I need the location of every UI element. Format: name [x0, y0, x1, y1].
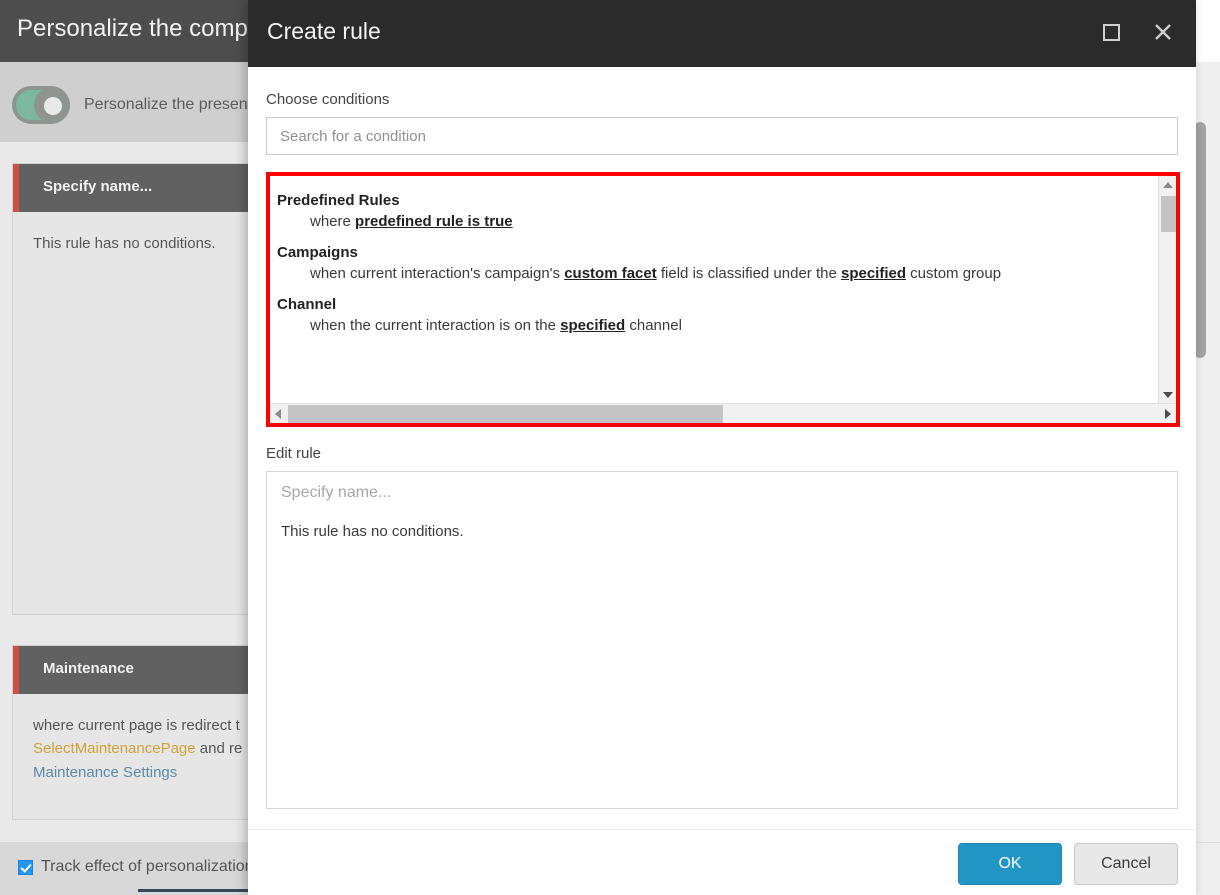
condition-group-header: Channel	[277, 296, 337, 313]
condition-group-header: Predefined Rules	[277, 192, 400, 209]
ok-button[interactable]: OK	[958, 843, 1062, 885]
track-effect-label: Track effect of personalization	[41, 858, 254, 875]
triangle-up-glyph	[1163, 181, 1173, 188]
search-condition-input[interactable]: Search for a condition	[266, 117, 1178, 155]
condition-text: field is classified under the	[656, 265, 841, 282]
triangle-down-glyph	[1163, 391, 1173, 398]
screen-root: Personalize the compo Personalize the pr…	[0, 0, 1220, 895]
background-page-title: Personalize the compo	[17, 15, 262, 42]
triangle-right-glyph	[1165, 408, 1171, 419]
conditions-list[interactable]: Predefined Rules where predefined rule i…	[270, 176, 1158, 403]
dialog-footer: OK Cancel	[248, 829, 1196, 895]
toggle-label: Personalize the present	[84, 96, 253, 113]
condition-link[interactable]: predefined rule is true	[355, 213, 513, 230]
scroll-up-icon[interactable]	[1159, 176, 1177, 193]
condition-text: when the current interaction is on the	[310, 317, 561, 334]
personalize-presentation-toggle[interactable]	[12, 86, 70, 124]
condition-group-header: Campaigns	[277, 244, 358, 261]
triangle-left-glyph	[275, 408, 281, 419]
search-condition-placeholder: Search for a condition	[280, 127, 426, 145]
conditions-horizontal-scrollbar[interactable]	[270, 403, 1176, 423]
scroll-right-icon[interactable]	[1160, 404, 1176, 423]
edit-rule-panel[interactable]: Specify name... This rule has no conditi…	[266, 471, 1178, 809]
scroll-down-icon[interactable]	[1159, 386, 1177, 403]
condition-link[interactable]: custom facet	[564, 265, 657, 282]
choose-conditions-label: Choose conditions	[266, 91, 390, 108]
condition-item[interactable]: when the current interaction is on the s…	[310, 317, 1158, 334]
conditions-vertical-scrollbar[interactable]	[1158, 176, 1176, 403]
scroll-left-icon[interactable]	[270, 404, 286, 423]
rule-text-token-page[interactable]: SelectMaintenancePage	[33, 740, 196, 757]
rule-card-title: Specify name...	[43, 178, 153, 195]
rule-text-plain: where current page is redirect t	[33, 717, 240, 734]
rule-card-title: Maintenance	[43, 660, 134, 677]
cancel-button[interactable]: Cancel	[1074, 843, 1178, 885]
horizontal-scrollbar-thumb[interactable]	[288, 405, 723, 423]
condition-link[interactable]: specified	[841, 265, 906, 282]
rule-card-text: This rule has no conditions.	[33, 235, 216, 252]
track-effect-checkbox-row[interactable]: Track effect of personalization	[18, 858, 254, 876]
rule-text-token-settings[interactable]: Maintenance Settings	[33, 764, 177, 781]
condition-item[interactable]: where predefined rule is true	[310, 213, 1158, 230]
dialog-titlebar: Create rule	[248, 0, 1196, 67]
dialog-title: Create rule	[267, 18, 381, 44]
conditions-list-highlight: Predefined Rules where predefined rule i…	[266, 172, 1180, 427]
condition-item[interactable]: when current interaction's campaign's cu…	[310, 265, 1158, 282]
dialog-window-buttons	[1096, 14, 1178, 50]
edit-rule-label: Edit rule	[266, 445, 322, 462]
dialog-button-row: OK Cancel	[958, 843, 1178, 885]
create-rule-dialog: Create rule Choose conditions Search for…	[248, 0, 1196, 895]
edit-rule-empty-text: This rule has no conditions.	[281, 523, 464, 540]
condition-link[interactable]: specified	[560, 317, 625, 334]
maximize-icon[interactable]	[1096, 14, 1126, 50]
condition-text: custom group	[906, 265, 1002, 282]
condition-text: channel	[625, 317, 682, 334]
vertical-scrollbar-thumb[interactable]	[1161, 196, 1176, 232]
rule-text-plain-2: and re	[195, 740, 243, 758]
condition-text: when current interaction's campaign's	[310, 265, 565, 282]
dialog-body: Choose conditions Search for a condition…	[248, 67, 1196, 829]
close-glyph	[1155, 24, 1171, 40]
toggle-knob-inner	[44, 97, 62, 115]
maximize-square	[1102, 23, 1120, 41]
edit-rule-name-input[interactable]: Specify name...	[281, 484, 1163, 502]
close-icon[interactable]	[1148, 14, 1178, 50]
track-effect-checkbox[interactable]	[18, 859, 33, 875]
toggle-knob	[34, 87, 70, 123]
condition-text: where	[310, 213, 356, 230]
